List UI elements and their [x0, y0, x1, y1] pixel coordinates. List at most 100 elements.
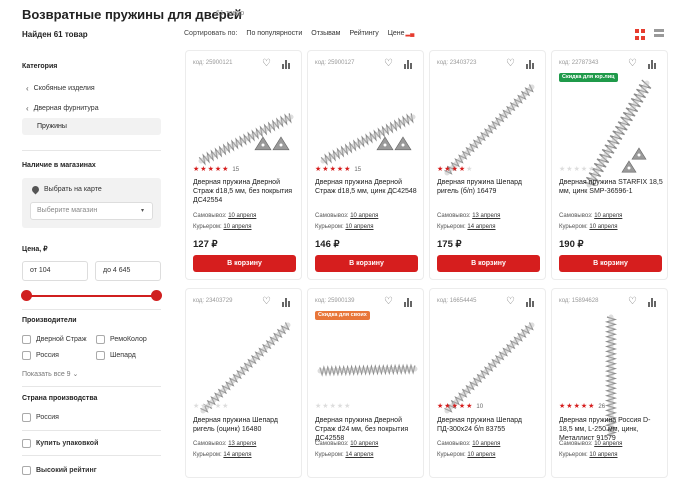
compare-icon[interactable] [404, 59, 414, 69]
compare-icon[interactable] [282, 59, 292, 69]
category-heading: Категория [22, 63, 58, 70]
favorite-icon[interactable]: ♡ [628, 58, 637, 69]
price-slider-max-handle[interactable] [151, 290, 162, 301]
pickup-date[interactable]: 10 апреля [472, 441, 500, 447]
compare-icon[interactable] [404, 297, 414, 307]
rating-stars[interactable]: ★ ★ ★ ★ ★ [315, 403, 350, 410]
price-from-input[interactable]: от 104 [22, 261, 88, 281]
product-name[interactable]: Дверная пружина Шепард ригель (б/п) 1647… [437, 178, 541, 196]
favorite-icon[interactable]: ♡ [262, 58, 271, 69]
add-to-cart-button[interactable]: В корзину [559, 255, 662, 272]
buy-pack-toggle[interactable]: Купить упаковкой [22, 439, 98, 448]
rating-stars[interactable]: ★ ★ ★ ★ ★ [559, 166, 594, 173]
courier-date[interactable]: 14 апреля [467, 224, 495, 230]
product-card[interactable]: код: 15894628 ♡ ★ ★ ★ ★ ★ 26 Дверная пружина Рос… [551, 288, 668, 478]
courier-date[interactable]: 10 апреля [467, 452, 495, 458]
product-name[interactable]: Дверная пружина Дверной Страж d18,5 мм, … [193, 178, 297, 205]
pickup-date[interactable]: 13 апреля [228, 441, 256, 447]
list-view-icon[interactable] [654, 29, 664, 40]
category-skobyanye[interactable]: ‹ Скобяные изделия [26, 84, 95, 93]
category-pruzhiny[interactable]: Пружины [22, 118, 161, 135]
compare-icon[interactable] [282, 297, 292, 307]
product-name[interactable]: Дверная пружина Шепард ПД-300х24 б/п 837… [437, 416, 541, 434]
pickup-date[interactable]: 10 апреля [228, 213, 256, 219]
compare-icon[interactable] [526, 59, 536, 69]
rating-stars[interactable]: ★ ★ ★ ★ ★ 10 [437, 403, 483, 410]
courier-date[interactable]: 10 апреля [589, 224, 617, 230]
pickup-date[interactable]: 10 апреля [594, 213, 622, 219]
favorite-icon[interactable]: ♡ [262, 296, 271, 307]
rating-stars[interactable]: ★ ★ ★ ★ ★ 15 [315, 166, 361, 173]
show-all-makers[interactable]: Показать все 9 ⌄ [22, 370, 78, 378]
product-name[interactable]: Дверная пружина STARFIX 18,5 мм, цинк SM… [559, 178, 663, 196]
grid-view-icon[interactable] [635, 29, 646, 40]
rating-stars[interactable]: ★ ★ ★ ★ ★ 15 [193, 166, 239, 173]
courier-date[interactable]: 14 апреля [345, 452, 373, 458]
courier-date[interactable]: 10 апреля [345, 224, 373, 230]
product-name[interactable]: Дверная пружина Шепард ригель (оцинк) 16… [193, 416, 297, 434]
rating-stars[interactable]: ★ ★ ★ ★ ★ [437, 166, 472, 173]
star-icon: ★ [329, 166, 336, 173]
star-icon: ★ [588, 403, 595, 410]
courier-date[interactable]: 14 апреля [223, 452, 251, 458]
checkbox[interactable] [22, 439, 31, 448]
courier-date[interactable]: 10 апреля [223, 224, 251, 230]
product-card[interactable]: код: 25900127 ♡ ★ ★ ★ ★ ★ 15 Дверная пружина Две… [307, 50, 424, 280]
product-name[interactable]: Дверная пружина Россия D-18,5 мм, L-250 … [559, 416, 663, 443]
checkbox[interactable] [96, 351, 105, 360]
checkbox[interactable] [96, 335, 105, 344]
favorite-icon[interactable]: ♡ [384, 296, 393, 307]
checkbox[interactable] [22, 351, 31, 360]
compare-icon[interactable] [526, 297, 536, 307]
favorite-icon[interactable]: ♡ [506, 58, 515, 69]
favorite-icon[interactable]: ♡ [628, 296, 637, 307]
add-to-cart-button[interactable]: В корзину [315, 255, 418, 272]
pickup-date[interactable]: 13 апреля [472, 213, 500, 219]
sort-reviews[interactable]: Отзывам [311, 30, 340, 37]
maker-shepard[interactable]: Шепард [96, 351, 136, 360]
product-price: 146 ₽ [315, 239, 340, 250]
product-card[interactable]: код: 25900121 ♡ ★ ★ ★ ★ ★ 15 Дверная пружина Две… [185, 50, 302, 280]
maker-remokolor[interactable]: РемоКолор [96, 335, 147, 344]
product-card[interactable]: код: 23403729 ♡ ★ ★ ★ ★ ★ Дверная пружина Шепар… [185, 288, 302, 478]
chevron-down-icon: ⌄ [72, 371, 79, 378]
product-card[interactable]: код: 23403723 ♡ ★ ★ ★ ★ ★ Дверная пружина Шепар… [429, 50, 546, 280]
high-rating-toggle[interactable]: Высокий рейтинг [22, 466, 97, 475]
store-select[interactable]: Выберите магазин ▾ [30, 202, 153, 220]
country-rossiya[interactable]: Россия [22, 413, 59, 422]
courier-date[interactable]: 10 апреля [589, 452, 617, 458]
product-code: код: 25900121 [193, 60, 233, 66]
pickup-date[interactable]: 10 апреля [350, 213, 378, 219]
compare-icon[interactable] [648, 297, 658, 307]
category-furnitura[interactable]: ‹ Дверная фурнитура [26, 104, 99, 113]
compare-icon[interactable] [648, 59, 658, 69]
add-to-cart-button[interactable]: В корзину [193, 255, 296, 272]
product-card[interactable]: код: 22787343 ♡ Скидка для юр.лиц ★ ★ ★ ★ ★ Двер… [551, 50, 668, 280]
rating-stars[interactable]: ★ ★ ★ ★ ★ 26 [559, 403, 605, 410]
pickup-date[interactable]: 10 апреля [350, 441, 378, 447]
product-card[interactable]: код: 25900139 ♡ Скидка для своих ★ ★ ★ ★ ★ Дверн… [307, 288, 424, 478]
product-name[interactable]: Дверная пружина Дверной Страж d24 мм, бе… [315, 416, 419, 443]
product-card[interactable]: код: 16654445 ♡ ★ ★ ★ ★ ★ 10 Дверная пружина Шеп… [429, 288, 546, 478]
price-to-input[interactable]: до 4 645 [95, 261, 161, 281]
maker-dvernoy-strazh[interactable]: Дверной Страж [22, 335, 87, 344]
product-name[interactable]: Дверная пружина Дверной Страж d18,5 мм, … [315, 178, 419, 196]
sort-popularity[interactable]: По популярности [246, 30, 302, 37]
pickup-date[interactable]: 10 апреля [594, 441, 622, 447]
sort-rating[interactable]: Рейтингу [350, 30, 379, 37]
price-slider-min-handle[interactable] [21, 290, 32, 301]
maker-rossiya[interactable]: Россия [22, 351, 59, 360]
favorite-icon[interactable]: ♡ [384, 58, 393, 69]
star-icon: ★ [207, 166, 214, 173]
courier-line: Курьером: 10 апреля [559, 224, 618, 230]
map-link[interactable]: Выбрать на карте [44, 186, 102, 193]
add-to-cart-button[interactable]: В корзину [437, 255, 540, 272]
checkbox[interactable] [22, 413, 31, 422]
favorite-icon[interactable]: ♡ [506, 296, 515, 307]
sort-price[interactable]: Цене▂▄ [388, 30, 415, 37]
rating-stars[interactable]: ★ ★ ★ ★ ★ [193, 403, 228, 410]
star-icon: ★ [193, 403, 200, 410]
checkbox[interactable] [22, 466, 31, 475]
checkbox[interactable] [22, 335, 31, 344]
star-icon: ★ [573, 403, 580, 410]
